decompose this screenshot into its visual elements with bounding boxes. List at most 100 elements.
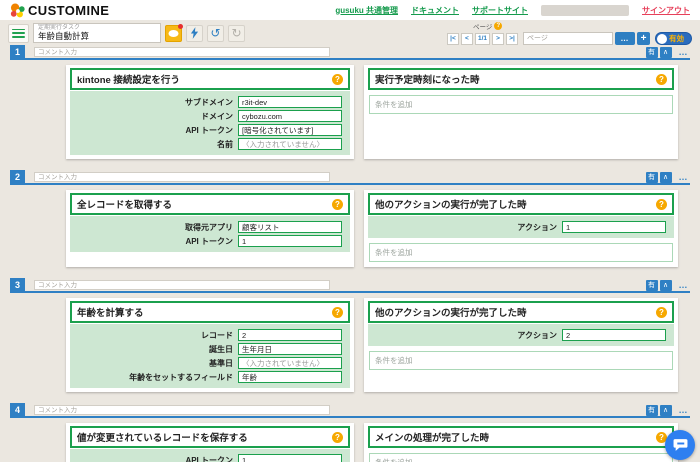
trigger-title: 他のアクションの実行が完了した時: [375, 197, 527, 211]
trigger-card: 他のアクションの実行が完了した時 ? アクション 条件を追加: [364, 298, 678, 392]
field-input[interactable]: [238, 235, 342, 247]
add-page-button[interactable]: +: [637, 32, 650, 45]
toggle-knob: [657, 34, 667, 44]
enabled-badge-button[interactable]: 有: [646, 172, 658, 183]
add-condition-box[interactable]: 条件を追加: [369, 95, 673, 114]
collapse-button[interactable]: ∧: [660, 47, 672, 58]
chat-button[interactable]: [665, 430, 695, 460]
trigger-card-header: 実行予定時刻になった時 ?: [368, 68, 674, 90]
trigger-card: 他のアクションの実行が完了した時 ? アクション 条件を追加: [364, 190, 678, 267]
field-row: 誕生日: [78, 343, 342, 355]
comment-input[interactable]: [34, 280, 330, 290]
link-documents[interactable]: ドキュメント: [411, 5, 459, 16]
next-page-button[interactable]: >: [492, 33, 504, 45]
comment-input[interactable]: [34, 405, 330, 415]
help-icon[interactable]: ?: [656, 199, 667, 210]
chat-bubble-icon: [673, 438, 688, 452]
field-input[interactable]: [238, 221, 342, 233]
field-row: レコード: [78, 329, 342, 341]
field-input[interactable]: [562, 221, 666, 233]
toggle-label: 有効: [669, 33, 684, 44]
first-page-button[interactable]: |<: [447, 33, 459, 45]
help-icon[interactable]: ?: [656, 307, 667, 318]
action-title: 値が変更されているレコードを保存する: [77, 430, 248, 444]
row-more-button[interactable]: …: [679, 281, 689, 290]
enabled-toggle[interactable]: 有効: [655, 32, 692, 45]
task-name-box[interactable]: 定期実行タスク 年齢自動計算: [33, 23, 161, 43]
action-number-badge: 1: [10, 45, 25, 58]
action-card: 値が変更されているレコードを保存する ? API トークン: [66, 423, 354, 462]
field-row: アクション: [376, 329, 666, 341]
collapse-button[interactable]: ∧: [660, 280, 672, 291]
trigger-card: 実行予定時刻になった時 ? 条件を追加: [364, 65, 678, 159]
help-icon[interactable]: ?: [332, 74, 343, 85]
action-fields: サブドメイン ドメイン API トークン 名前: [70, 91, 350, 155]
field-input[interactable]: [238, 96, 342, 108]
field-input[interactable]: [238, 138, 342, 150]
redo-button[interactable]: ↻: [228, 25, 245, 42]
field-row: 基準日: [78, 357, 342, 369]
help-icon[interactable]: ?: [332, 432, 343, 443]
action-card-header: kintone 接続設定を行う ?: [70, 68, 350, 90]
field-label: ドメイン: [201, 111, 233, 122]
enabled-badge-button[interactable]: 有: [646, 405, 658, 416]
app-header: CUSTOMINE gusuku 共通管理 ドキュメント サポートサイト サイン…: [0, 0, 700, 20]
prev-page-button[interactable]: <: [461, 33, 473, 45]
trigger-title: 実行予定時刻になった時: [375, 72, 480, 86]
field-input[interactable]: [562, 329, 666, 341]
action-card: kintone 接続設定を行う ? サブドメイン ドメイン API トークン 名…: [66, 65, 354, 159]
add-condition-box[interactable]: 条件を追加: [369, 243, 673, 262]
field-input[interactable]: [238, 343, 342, 355]
field-input[interactable]: [238, 124, 342, 136]
link-support-site[interactable]: サポートサイト: [472, 5, 528, 16]
collapse-button[interactable]: ∧: [660, 172, 672, 183]
section-controls: 有 ∧ …: [646, 47, 689, 58]
help-icon[interactable]: ?: [332, 199, 343, 210]
section-header-row: 3 有 ∧ …: [10, 279, 690, 293]
link-signout[interactable]: サインアウト: [642, 5, 690, 16]
mobile-preview-button[interactable]: [165, 25, 182, 42]
row-more-button[interactable]: …: [679, 173, 689, 182]
trigger-card-header: 他のアクションの実行が完了した時 ?: [368, 193, 674, 215]
field-input[interactable]: [238, 110, 342, 122]
link-gusuku-admin[interactable]: gusuku 共通管理: [335, 5, 398, 16]
trigger-title: 他のアクションの実行が完了した時: [375, 305, 527, 319]
page-more-button[interactable]: …: [615, 32, 635, 45]
last-page-button[interactable]: >|: [506, 33, 518, 45]
notification-dot: [178, 24, 183, 29]
action-title: kintone 接続設定を行う: [77, 72, 180, 86]
field-row: API トークン: [78, 454, 342, 462]
field-row: ドメイン: [78, 110, 342, 122]
field-label: API トークン: [185, 455, 233, 462]
page-help-icon[interactable]: ?: [494, 22, 502, 30]
action-fields: 取得元アプリ API トークン: [70, 216, 350, 252]
page-select-input[interactable]: [523, 32, 613, 45]
comment-input[interactable]: [34, 47, 330, 57]
help-icon[interactable]: ?: [656, 74, 667, 85]
undo-button[interactable]: ↺: [207, 25, 224, 42]
enabled-badge-button[interactable]: 有: [646, 280, 658, 291]
help-icon[interactable]: ?: [332, 307, 343, 318]
comment-input[interactable]: [34, 172, 330, 182]
field-input[interactable]: [238, 357, 342, 369]
section-header-row: 1 有 ∧ …: [10, 46, 690, 60]
field-input[interactable]: [238, 329, 342, 341]
section-body: 全レコードを取得する ? 取得元アプリ API トークン 他のアクションの実行が…: [10, 185, 690, 267]
menu-button[interactable]: [8, 24, 29, 43]
row-more-button[interactable]: …: [679, 48, 689, 57]
action-title: 全レコードを取得する: [77, 197, 172, 211]
section-body: kintone 接続設定を行う ? サブドメイン ドメイン API トークン 名…: [10, 60, 690, 159]
run-button[interactable]: [186, 25, 203, 42]
page-indicator: 1/1: [475, 33, 490, 45]
field-input[interactable]: [238, 371, 342, 383]
field-label: 年齢をセットするフィールド: [129, 372, 233, 383]
field-input[interactable]: [238, 454, 342, 462]
add-condition-box[interactable]: 条件を追加: [369, 453, 673, 462]
enabled-badge-button[interactable]: 有: [646, 47, 658, 58]
action-number-badge: 3: [10, 278, 25, 291]
lightning-icon: [190, 27, 199, 39]
row-more-button[interactable]: …: [679, 406, 689, 415]
collapse-button[interactable]: ∧: [660, 405, 672, 416]
action-section: 2 有 ∧ … 全レコードを取得する ? 取得元アプリ API トークン: [10, 171, 690, 267]
add-condition-box[interactable]: 条件を追加: [369, 351, 673, 370]
